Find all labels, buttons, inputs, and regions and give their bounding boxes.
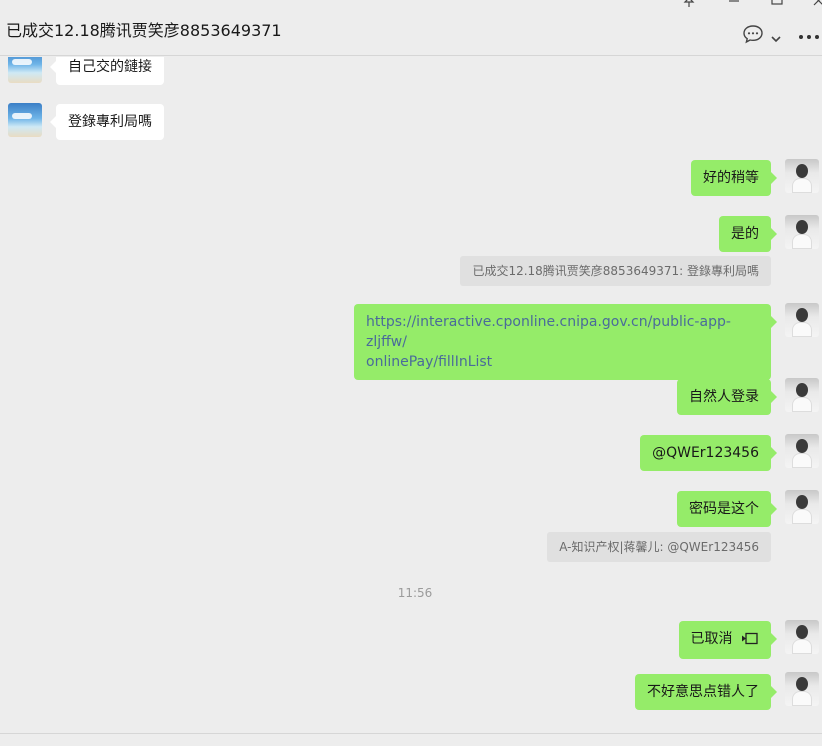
avatar[interactable]	[785, 490, 819, 524]
chat-title: 已成交12.18腾讯贾笑彦8853649371	[6, 21, 282, 40]
avatar[interactable]	[785, 215, 819, 249]
pin-icon[interactable]	[682, 0, 696, 12]
link-message-bubble[interactable]: https://interactive.cponline.cnipa.gov.c…	[354, 304, 777, 380]
input-divider	[0, 733, 822, 734]
message-bubble[interactable]: 自己交的鏈接	[50, 57, 164, 85]
maximize-icon[interactable]	[770, 0, 784, 12]
avatar[interactable]	[785, 620, 819, 654]
message-bubble[interactable]: 是的	[719, 216, 777, 252]
avatar[interactable]	[785, 378, 819, 412]
message-list[interactable]: 自己交的鏈接 登錄專利局嗎 好的稍等 是的 已成交12.18腾讯贾笑彦88536…	[0, 57, 822, 733]
message-bubble[interactable]: 登錄專利局嗎	[50, 104, 164, 140]
call-cancelled-bubble[interactable]: 已取消	[678, 621, 778, 659]
link-line-1[interactable]: https://interactive.cponline.cnipa.gov.c…	[366, 312, 759, 352]
link-line-2[interactable]: onlinePay/fillInList	[366, 352, 759, 372]
chevron-down-icon[interactable]	[770, 29, 782, 48]
quoted-message[interactable]: A-知识产权|蒋馨儿: @QWEr123456	[547, 532, 771, 562]
avatar[interactable]	[785, 672, 819, 706]
avatar[interactable]	[8, 103, 42, 137]
quoted-message[interactable]: 已成交12.18腾讯贾笑彦8853649371: 登錄專利局嗎	[460, 256, 771, 286]
avatar[interactable]	[8, 57, 42, 83]
message-bubble[interactable]: @QWEr123456	[640, 435, 777, 471]
message-bubble[interactable]: 不好意思点错人了	[635, 674, 777, 710]
more-dots-icon[interactable]	[798, 28, 820, 47]
video-call-icon	[741, 631, 759, 651]
minimize-icon[interactable]	[727, 0, 741, 12]
speech-bubble-icon[interactable]	[742, 24, 764, 48]
avatar[interactable]	[785, 303, 819, 337]
message-bubble[interactable]: 密码是这个	[677, 491, 777, 527]
message-bubble[interactable]: 好的稍等	[691, 160, 777, 196]
message-bubble[interactable]: 自然人登录	[677, 379, 777, 415]
timestamp: 11:56	[397, 586, 433, 600]
chat-header: 已成交12.18腾讯贾笑彦8853649371	[0, 0, 822, 56]
close-icon[interactable]	[812, 0, 822, 12]
avatar[interactable]	[785, 434, 819, 468]
avatar[interactable]	[785, 159, 819, 193]
call-status-text: 已取消	[690, 631, 733, 647]
